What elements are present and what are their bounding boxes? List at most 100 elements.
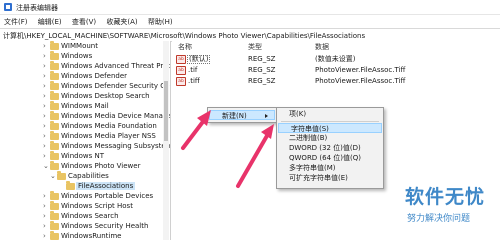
chevron-right-icon[interactable]: › [43, 52, 49, 60]
submenu-item-label: 多字符串值(M) [289, 164, 336, 172]
tree-item-label: Windows Mail [61, 102, 109, 110]
tree-item[interactable]: › Windows Media Device Manage [0, 111, 170, 121]
chevron-right-icon[interactable]: › [43, 112, 49, 120]
tree-item[interactable]: › Windows Portable Devices [0, 191, 170, 201]
tree-item-label: Windows Desktop Search [61, 92, 150, 100]
address-bar[interactable]: 计算机\HKEY_LOCAL_MACHINE\SOFTWARE\Microsof… [0, 28, 500, 42]
tree-item-label: Windows Photo Viewer [61, 162, 141, 170]
value-data: PhotoViewer.FileAssoc.Tiff [315, 66, 406, 74]
value-type: REG_SZ [248, 55, 276, 63]
chevron-right-icon[interactable]: › [43, 72, 49, 80]
submenu-item-key[interactable]: 项(K) [277, 109, 383, 119]
tree-item[interactable]: ⌄ Windows Photo Viewer [0, 161, 170, 171]
menu-item-new[interactable]: 新建(N) [209, 110, 275, 120]
tree-item-label: Windows NT [61, 152, 104, 160]
value-data: (数值未设置) [315, 55, 356, 63]
tree-item[interactable]: › Windows Defender [0, 71, 170, 81]
chevron-right-icon[interactable]: › [43, 152, 49, 160]
chevron-right-icon[interactable]: › [43, 82, 49, 90]
tree-item[interactable]: › Windows Advanced Threat Prot [0, 61, 170, 71]
list-row[interactable]: .tiff REG_SZ PhotoViewer.FileAssoc.Tiff [172, 76, 500, 86]
folder-icon [50, 201, 59, 210]
tree-scrollbar-thumb[interactable] [164, 81, 168, 141]
menu-help[interactable]: 帮助(H) [144, 15, 177, 27]
menu-separator [281, 121, 379, 122]
tree-item-label: Windows [61, 52, 93, 60]
tree-item[interactable]: › Windows Messaging Subsystem [0, 141, 170, 151]
folder-icon [50, 41, 59, 50]
string-value-icon [176, 66, 186, 75]
chevron-down-icon[interactable]: ⌄ [50, 172, 56, 180]
value-name: .tif [188, 66, 198, 74]
value-data: PhotoViewer.FileAssoc.Tiff [315, 77, 406, 85]
chevron-right-icon[interactable]: › [43, 132, 49, 140]
window-title: 注册表编辑器 [16, 4, 58, 12]
submenu-arrow-icon [265, 114, 268, 118]
folder-icon [57, 171, 66, 180]
chevron-right-icon[interactable]: › [43, 102, 49, 110]
tree-scrollbar[interactable] [163, 41, 169, 240]
tree-item[interactable]: ⌄ Capabilities [0, 171, 170, 181]
tree-item[interactable]: › Windows Desktop Search [0, 91, 170, 101]
chevron-right-icon[interactable]: › [43, 62, 49, 70]
tree-item[interactable]: › Windows Mail [0, 101, 170, 111]
context-menu: 新建(N) [207, 107, 277, 123]
chevron-right-icon[interactable]: › [43, 92, 49, 100]
column-header-name[interactable]: 名称 [178, 42, 192, 52]
tree-item-label: WIMMount [61, 42, 98, 50]
title-bar: 注册表编辑器 [0, 0, 500, 15]
list-row[interactable]: .tif REG_SZ PhotoViewer.FileAssoc.Tiff [172, 65, 500, 75]
tree-item-selected[interactable]: FileAssociations [0, 181, 170, 191]
value-name: (默认) [187, 55, 211, 64]
menu-favorites[interactable]: 收藏夹(A) [102, 15, 141, 27]
chevron-right-icon[interactable]: › [43, 202, 49, 210]
submenu-item-label: 项(K) [289, 110, 307, 118]
tree-item[interactable]: › WindowsRuntime [0, 231, 170, 240]
tree-item[interactable]: › Windows Media Player NSS [0, 131, 170, 141]
chevron-right-icon[interactable]: › [43, 122, 49, 130]
address-path: 计算机\HKEY_LOCAL_MACHINE\SOFTWARE\Microsof… [3, 32, 366, 40]
chevron-right-icon[interactable]: › [43, 212, 49, 220]
tree-item[interactable]: › Windows NT [0, 151, 170, 161]
submenu-item-multi-string[interactable]: 多字符串值(M) [277, 163, 383, 173]
menu-view[interactable]: 查看(V) [68, 15, 100, 27]
submenu-item-dword[interactable]: DWORD (32 位)值(D) [277, 143, 383, 153]
tree-item-label: WindowsRuntime [61, 232, 122, 240]
column-header-data[interactable]: 数据 [315, 42, 329, 52]
folder-icon [50, 71, 59, 80]
folder-icon [50, 101, 59, 110]
chevron-right-icon[interactable]: › [43, 192, 49, 200]
tree-item-label: Windows Security Health [61, 222, 149, 230]
chevron-right-icon[interactable]: › [43, 232, 49, 240]
tree-item[interactable]: › Windows Defender Security Cen [0, 81, 170, 91]
tree-item[interactable]: › Windows Media Foundation [0, 121, 170, 131]
watermark-title: 软件无忧 [405, 186, 486, 208]
list-row[interactable]: (默认) REG_SZ (数值未设置) [172, 54, 500, 64]
regedit-icon [4, 3, 12, 11]
folder-icon [50, 161, 59, 170]
chevron-right-icon[interactable]: › [43, 222, 49, 230]
tree-item[interactable]: › Windows [0, 51, 170, 61]
tree-item[interactable]: › Windows Script Host [0, 201, 170, 211]
menu-file[interactable]: 文件(F) [0, 15, 32, 27]
chevron-right-icon[interactable]: › [43, 142, 49, 150]
tree-item[interactable]: › Windows Security Health [0, 221, 170, 231]
tree-item[interactable]: › WIMMount [0, 41, 170, 51]
chevron-right-icon[interactable]: › [43, 42, 49, 50]
submenu-item-binary[interactable]: 二进制值(B) [277, 133, 383, 143]
submenu-item-expandable-string[interactable]: 可扩充字符串值(E) [277, 173, 383, 183]
submenu-item-string[interactable]: 字符串值(S) [278, 123, 382, 133]
submenu-item-qword[interactable]: QWORD (64 位)值(Q) [277, 153, 383, 163]
folder-icon [66, 181, 75, 190]
column-header-type[interactable]: 类型 [248, 42, 262, 52]
chevron-down-icon[interactable]: ⌄ [43, 162, 49, 170]
submenu-item-label: 二进制值(B) [289, 134, 328, 142]
submenu-item-label: 可扩充字符串值(E) [289, 174, 348, 182]
tree-item-label: Windows Messaging Subsystem [61, 142, 171, 150]
tree-item-label: Windows Defender Security Cen [61, 82, 171, 90]
tree-item[interactable]: › Windows Search [0, 211, 170, 221]
menu-item-new-label: 新建(N) [222, 112, 247, 120]
menu-edit[interactable]: 编辑(E) [34, 15, 66, 27]
list-header: 名称 类型 数据 [172, 41, 500, 51]
tree-item-label: Windows Media Foundation [61, 122, 157, 130]
